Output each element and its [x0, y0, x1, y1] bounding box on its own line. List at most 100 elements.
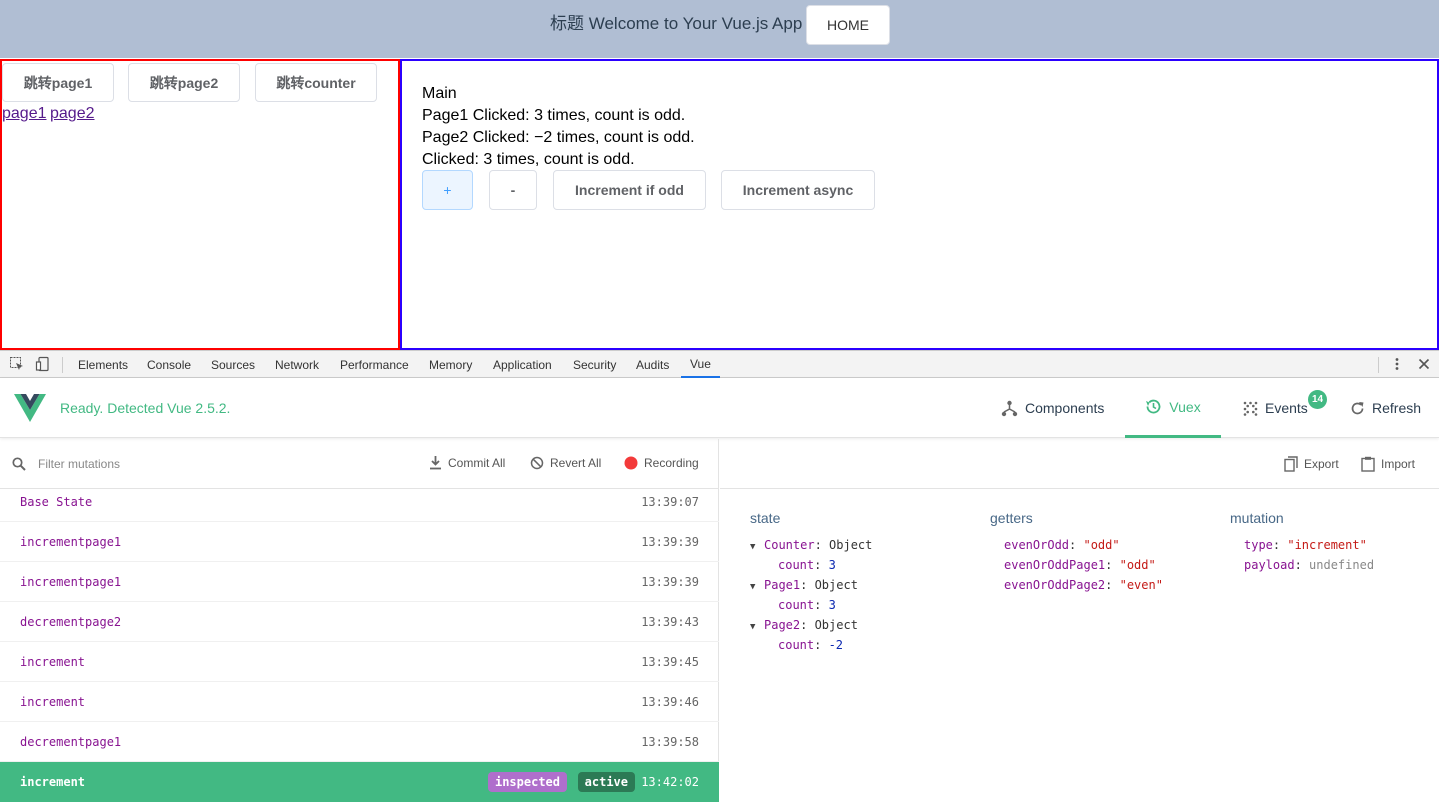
state-counter-row[interactable]: ▼ Counter: Object	[750, 535, 872, 557]
close-devtools-icon[interactable]	[1416, 356, 1432, 372]
goto-counter-button[interactable]: 跳转counter	[255, 63, 377, 102]
mutation-name: increment	[20, 695, 86, 709]
refresh-icon	[1351, 401, 1364, 414]
page1-link[interactable]: page1	[2, 105, 47, 123]
mutation-row[interactable]: incrementpage1 13:39:39	[0, 522, 719, 562]
expand-arrow-icon[interactable]: ▼	[750, 617, 764, 637]
tabbar-divider-right	[1378, 357, 1379, 373]
getters-section-title: getters	[990, 510, 1033, 526]
tab-components[interactable]: Components	[1001, 378, 1104, 438]
getter-row: evenOrOddPage1: "odd"	[1004, 558, 1156, 572]
devtools-tabbar: Elements Console Sources Network Perform…	[0, 350, 1439, 378]
home-button[interactable]: HOME	[806, 5, 890, 45]
mutation-time: 13:39:43	[641, 615, 699, 629]
state-page1-row[interactable]: ▼ Page1: Object	[750, 575, 858, 597]
mutation-name: decrementpage1	[20, 735, 122, 749]
mutations-toolbar: Commit All Revert All Recording	[0, 439, 719, 489]
revert-all-label: Revert All	[550, 456, 602, 470]
mutation-row[interactable]: increment 13:39:46	[0, 682, 719, 722]
page1-clicked-text: Page1 Clicked: 3 times, count is odd.	[422, 107, 686, 124]
mutation-time: 13:39:39	[641, 535, 699, 549]
state-counter-count: count: 3	[778, 558, 836, 572]
more-options-icon[interactable]	[1389, 356, 1405, 372]
mutation-time: 13:39:07	[641, 495, 699, 509]
getter-row: evenOrOddPage2: "even"	[1004, 578, 1163, 592]
tab-network[interactable]: Network	[275, 351, 319, 378]
tab-elements[interactable]: Elements	[78, 351, 128, 378]
refresh-button[interactable]: Refresh	[1350, 378, 1421, 438]
tab-application[interactable]: Application	[493, 351, 552, 378]
vue-logo-icon	[14, 394, 46, 422]
history-icon	[1146, 399, 1161, 414]
inspect-element-icon[interactable]	[9, 356, 25, 372]
tab-audits[interactable]: Audits	[636, 351, 669, 378]
tab-memory[interactable]: Memory	[429, 351, 472, 378]
export-label: Export	[1304, 457, 1339, 471]
expand-arrow-icon[interactable]: ▼	[750, 537, 764, 557]
device-toolbar-icon[interactable]	[35, 356, 51, 372]
mutation-name: Base State	[20, 495, 93, 509]
components-icon	[1001, 400, 1018, 416]
mutation-row[interactable]: Base State 13:39:07	[0, 489, 719, 522]
tab-performance[interactable]: Performance	[340, 351, 409, 378]
tab-events-label: Events	[1265, 400, 1308, 416]
tab-vue[interactable]: Vue	[681, 351, 720, 378]
mutations-list: Base State 13:39:07 incrementpage1 13:39…	[0, 489, 719, 802]
filter-mutations-input[interactable]	[38, 455, 338, 473]
mutation-time: 13:39:46	[641, 695, 699, 709]
mutations-pane: Commit All Revert All Recording Base Sta…	[0, 439, 719, 802]
mutation-name: decrementpage2	[20, 615, 122, 629]
record-icon	[624, 456, 638, 470]
state-section-title: state	[750, 510, 781, 526]
tab-vuex[interactable]: Vuex	[1125, 378, 1221, 438]
mutation-time: 13:39:39	[641, 575, 699, 589]
tabbar-divider	[62, 357, 63, 373]
page2-link[interactable]: page2	[50, 105, 95, 123]
tab-security[interactable]: Security	[573, 351, 616, 378]
state-inspector-pane: Export Import state ▼ Counter: Object cou…	[720, 439, 1439, 802]
inspected-badge: inspected	[487, 772, 567, 792]
refresh-label: Refresh	[1372, 400, 1422, 416]
app-title: 标题 Welcome to Your Vue.js App	[550, 14, 803, 33]
mutation-row-selected[interactable]: increment inspected active 13:42:02	[0, 762, 719, 802]
increment-button[interactable]: +	[422, 170, 473, 210]
tab-console[interactable]: Console	[147, 351, 191, 378]
goto-page2-button[interactable]: 跳转page2	[128, 63, 240, 102]
revert-all-button[interactable]: Revert All	[530, 456, 601, 470]
mutation-row[interactable]: incrementpage1 13:39:39	[0, 562, 719, 602]
block-icon	[530, 456, 544, 470]
events-count-badge: 14	[1308, 390, 1327, 409]
page2-clicked-text: Page2 Clicked: −2 times, count is odd.	[422, 129, 695, 146]
events-icon	[1243, 401, 1258, 416]
copy-icon	[1284, 456, 1298, 472]
mutation-row[interactable]: decrementpage1 13:39:58	[0, 722, 719, 762]
increment-async-button[interactable]: Increment async	[721, 170, 875, 210]
state-page2-row[interactable]: ▼ Page2: Object	[750, 615, 858, 637]
expand-arrow-icon[interactable]: ▼	[750, 577, 764, 597]
export-button[interactable]: Export	[1284, 456, 1339, 472]
tab-sources[interactable]: Sources	[211, 351, 255, 378]
commit-all-button[interactable]: Commit All	[429, 456, 505, 470]
tab-events[interactable]: Events	[1243, 378, 1308, 438]
increment-if-odd-button[interactable]: Increment if odd	[553, 170, 706, 210]
mutation-row[interactable]: increment 13:39:45	[0, 642, 719, 682]
tab-vuex-label: Vuex	[1169, 398, 1201, 415]
inspector-toolbar: Export Import	[720, 439, 1439, 489]
goto-page1-button[interactable]: 跳转page1	[2, 63, 114, 102]
decrement-button[interactable]: -	[489, 170, 537, 210]
mutation-time: 13:39:58	[641, 735, 699, 749]
tab-components-label: Components	[1025, 400, 1105, 416]
active-badge: active	[577, 772, 635, 792]
commit-all-label: Commit All	[448, 456, 506, 470]
mutation-payload-row: payload: undefined	[1244, 558, 1375, 572]
state-page2-count: count: -2	[778, 638, 844, 652]
counter-clicked-text: Clicked: 3 times, count is odd.	[422, 151, 635, 168]
mutation-name: increment	[20, 775, 86, 789]
import-button[interactable]: Import	[1361, 456, 1415, 472]
mutation-row[interactable]: decrementpage2 13:39:43	[0, 602, 719, 642]
getter-row: evenOrOdd: "odd"	[1004, 538, 1120, 552]
mutation-name: incrementpage1	[20, 575, 122, 589]
vue-devtools-header: Ready. Detected Vue 2.5.2. Components Vu…	[0, 378, 1439, 438]
left-nav-panel: 跳转page1 跳转page2 跳转counter page1 page2	[0, 59, 400, 350]
recording-toggle[interactable]: Recording	[624, 456, 699, 470]
